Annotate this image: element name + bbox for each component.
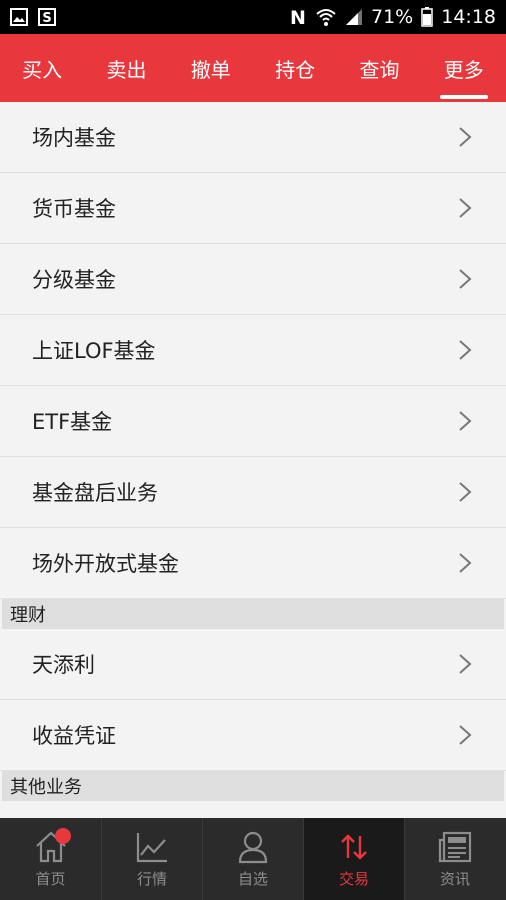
chevron-right-icon bbox=[459, 127, 472, 147]
nfc-icon: N bbox=[290, 7, 306, 27]
trade-tab-bar: 买入 卖出 撤单 持仓 查询 更多 bbox=[0, 34, 506, 102]
battery-percent: 71% bbox=[371, 6, 414, 28]
list-item-otc-open-fund[interactable]: 场外开放式基金 bbox=[0, 528, 506, 599]
tab-positions[interactable]: 持仓 bbox=[253, 34, 337, 102]
list-item-label: 天添利 bbox=[32, 653, 95, 677]
chevron-right-icon bbox=[459, 269, 472, 289]
list-item-money-fund[interactable]: 货币基金 bbox=[0, 173, 506, 244]
list-item-label: 基金盘后业务 bbox=[32, 481, 158, 505]
section-header-wealth-management: 理财 bbox=[2, 599, 504, 629]
clock: 14:18 bbox=[441, 6, 496, 28]
chevron-right-icon bbox=[459, 553, 472, 573]
list-item-sse-lof-fund[interactable]: 上证LOF基金 bbox=[0, 315, 506, 386]
chart-icon bbox=[136, 832, 167, 862]
list-item-label: 收益凭证 bbox=[32, 724, 116, 748]
list-item-structured-fund[interactable]: 分级基金 bbox=[0, 244, 506, 315]
image-icon bbox=[10, 8, 28, 26]
nav-label: 交易 bbox=[338, 869, 369, 888]
list-item-etf-fund[interactable]: ETF基金 bbox=[0, 386, 506, 457]
notification-badge bbox=[55, 828, 71, 844]
person-icon bbox=[238, 831, 268, 863]
chevron-right-icon bbox=[459, 411, 472, 431]
chevron-right-icon bbox=[459, 482, 472, 502]
nav-market[interactable]: 行情 bbox=[101, 818, 202, 900]
more-menu-list: 场内基金 货币基金 分级基金 上证LOF基金 ETF基金 基金盘后业务 场外开放… bbox=[0, 102, 506, 818]
news-icon bbox=[438, 831, 472, 862]
signal-icon bbox=[346, 9, 362, 25]
nav-label: 首页 bbox=[35, 869, 66, 888]
s-app-icon: S bbox=[38, 8, 56, 26]
tab-cancel-order[interactable]: 撤单 bbox=[169, 34, 253, 102]
chevron-right-icon bbox=[459, 340, 472, 360]
svg-text:N: N bbox=[290, 7, 306, 27]
list-item-label: 场外开放式基金 bbox=[32, 552, 179, 576]
list-item-tiantianli[interactable]: 天添利 bbox=[0, 629, 506, 700]
list-item-label: 上证LOF基金 bbox=[32, 339, 156, 363]
chevron-right-icon bbox=[459, 654, 472, 674]
battery-icon bbox=[421, 7, 433, 27]
list-item-income-certificate[interactable]: 收益凭证 bbox=[0, 700, 506, 771]
chevron-right-icon bbox=[459, 198, 472, 218]
tab-buy[interactable]: 买入 bbox=[0, 34, 84, 102]
list-item-exchange-fund[interactable]: 场内基金 bbox=[0, 102, 506, 173]
tab-more[interactable]: 更多 bbox=[422, 34, 506, 102]
list-item-label: ETF基金 bbox=[32, 410, 113, 434]
status-bar: S N 71% 14:18 bbox=[0, 0, 506, 34]
wifi-icon bbox=[316, 9, 336, 26]
section-header-other-business: 其他业务 bbox=[2, 771, 504, 801]
nav-trade[interactable]: 交易 bbox=[303, 818, 404, 900]
tab-query[interactable]: 查询 bbox=[337, 34, 421, 102]
nav-label: 资讯 bbox=[439, 869, 470, 888]
tab-sell[interactable]: 卖出 bbox=[84, 34, 168, 102]
list-item-label: 分级基金 bbox=[32, 268, 116, 292]
svg-text:S: S bbox=[42, 11, 51, 26]
list-item-label: 货币基金 bbox=[32, 197, 116, 221]
nav-label: 自选 bbox=[237, 869, 268, 888]
trade-arrows-icon bbox=[341, 833, 367, 860]
nav-label: 行情 bbox=[136, 869, 167, 888]
list-item-label: 场内基金 bbox=[32, 126, 116, 150]
nav-watchlist[interactable]: 自选 bbox=[202, 818, 303, 900]
nav-home[interactable]: 首页 bbox=[0, 818, 101, 900]
nav-news[interactable]: 资讯 bbox=[404, 818, 505, 900]
bottom-nav: 首页 行情 自选 交易 资讯 bbox=[0, 818, 506, 900]
list-item-fund-after-hours[interactable]: 基金盘后业务 bbox=[0, 457, 506, 528]
chevron-right-icon bbox=[459, 725, 472, 745]
